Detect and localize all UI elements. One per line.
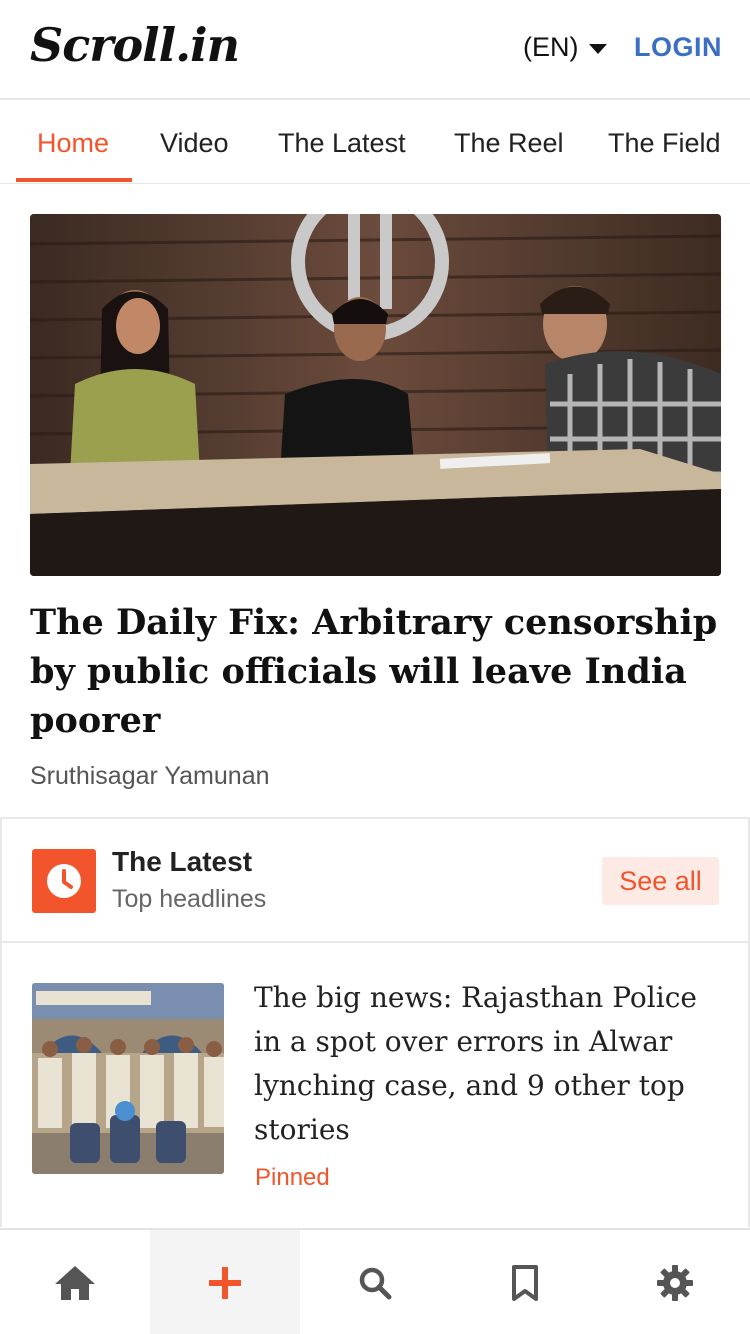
clock-icon (32, 849, 96, 913)
app-header: Scroll.in (EN) LOGIN (0, 0, 750, 100)
nav-settings[interactable] (600, 1230, 750, 1334)
nav-plus[interactable] (150, 1230, 300, 1334)
login-button[interactable]: LOGIN (634, 32, 722, 63)
hero-headline[interactable]: The Daily Fix: Arbitrary censorship by p… (30, 598, 720, 745)
bottom-navigation (0, 1228, 750, 1334)
see-all-button[interactable]: See all (602, 857, 719, 905)
story-thumbnail[interactable] (32, 983, 224, 1174)
active-tab-indicator (16, 178, 132, 182)
tab-the-latest[interactable]: The Latest (278, 128, 406, 159)
bookmark-icon (512, 1265, 538, 1301)
tab-the-reel[interactable]: The Reel (454, 128, 564, 159)
story-headline[interactable]: The big news: Rajasthan Police in a spot… (254, 976, 724, 1152)
gear-icon (657, 1265, 693, 1301)
language-selector[interactable]: (EN) (523, 32, 607, 63)
hero-author[interactable]: Sruthisagar Yamunan (30, 762, 270, 791)
latest-subtitle: Top headlines (112, 885, 267, 913)
latest-title: The Latest (112, 846, 253, 877)
scroll-logo[interactable]: Scroll.in (30, 18, 240, 72)
tab-home[interactable]: Home (37, 128, 109, 159)
section-tabs: Home Video The Latest The Reel The Field (0, 102, 750, 184)
plus-icon (209, 1267, 241, 1299)
tab-the-field[interactable]: The Field (608, 128, 721, 159)
tab-video[interactable]: Video (160, 128, 229, 159)
language-label: (EN) (523, 32, 579, 62)
nav-bookmark[interactable] (450, 1230, 600, 1334)
search-icon (359, 1267, 392, 1300)
nav-home[interactable] (0, 1230, 150, 1334)
nav-search[interactable] (300, 1230, 450, 1334)
hero-image[interactable] (30, 214, 721, 576)
caret-down-icon (588, 43, 607, 54)
home-icon (55, 1266, 95, 1300)
pinned-label: Pinned (255, 1164, 330, 1191)
